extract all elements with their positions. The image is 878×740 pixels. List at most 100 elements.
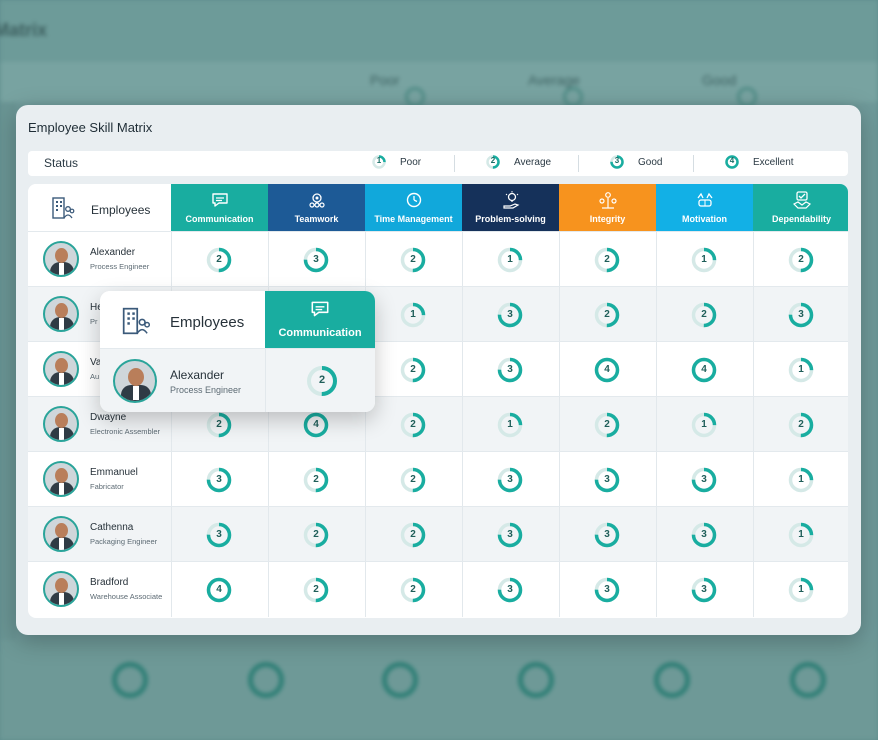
score-value: 1 xyxy=(798,584,804,595)
score-cell[interactable]: 2 xyxy=(268,452,366,507)
chat-bubble-icon xyxy=(211,193,228,207)
skill-header-teamwork[interactable]: Teamwork xyxy=(268,184,365,231)
score-value: 2 xyxy=(701,309,707,320)
score-value: 2 xyxy=(604,419,610,430)
legend-separator xyxy=(693,155,694,172)
team-gears-icon xyxy=(308,193,325,208)
handshake-icon xyxy=(792,191,811,209)
score-value: 3 xyxy=(507,309,513,320)
score-ring: 2 xyxy=(594,412,620,438)
score-cell[interactable]: 4 xyxy=(171,562,269,617)
score-value: 3 xyxy=(507,584,513,595)
score-cell[interactable]: 4 xyxy=(559,342,657,397)
score-value: 1 xyxy=(701,419,707,430)
score-cell[interactable]: 2 xyxy=(365,507,463,562)
score-cell[interactable]: 2 xyxy=(365,397,463,452)
table-row[interactable]: Cathenna Packaging Engineer 3 2 2 3 3 3 1 xyxy=(28,506,848,562)
score-cell[interactable]: 3 xyxy=(268,232,366,287)
score-cell[interactable]: 3 xyxy=(656,507,754,562)
score-ring: 3 xyxy=(497,577,523,603)
score-cell[interactable]: 2 xyxy=(753,232,848,287)
score-cell[interactable]: 2 xyxy=(559,397,657,452)
score-cell[interactable]: 2 xyxy=(268,507,366,562)
score-value: 2 xyxy=(216,254,222,265)
skill-header-motivation[interactable]: Motivation xyxy=(656,184,753,231)
score-cell[interactable]: 1 xyxy=(753,342,848,397)
score-ring: 2 xyxy=(303,522,329,548)
skill-header-integrity[interactable]: Integrity xyxy=(559,184,656,231)
score-cell[interactable]: 2 xyxy=(365,342,463,397)
score-value: 1 xyxy=(701,254,707,265)
score-cell[interactable]: 2 xyxy=(559,287,657,342)
score-cell[interactable]: 2 xyxy=(753,397,848,452)
score-cell[interactable]: 4 xyxy=(656,342,754,397)
score-cell[interactable]: 3 xyxy=(656,562,754,617)
score-cell[interactable]: 2 xyxy=(656,287,754,342)
score-cell[interactable]: 3 xyxy=(753,287,848,342)
employee-role: Electronic Assembler xyxy=(90,427,161,436)
score-ring: 1 xyxy=(788,467,814,493)
score-cell[interactable]: 1 xyxy=(462,397,560,452)
score-cell[interactable]: 1 xyxy=(753,507,848,562)
skill-header-label: Dependability xyxy=(771,214,831,224)
score-cell[interactable]: 1 xyxy=(656,232,754,287)
score-cell[interactable]: 1 xyxy=(753,562,848,617)
employees-column-header[interactable]: Employees xyxy=(28,184,172,231)
score-cell[interactable]: 3 xyxy=(559,507,657,562)
score-value: 1 xyxy=(507,254,513,265)
score-cell[interactable]: 3 xyxy=(462,507,560,562)
score-cell[interactable]: 3 xyxy=(462,562,560,617)
score-cell[interactable]: 3 xyxy=(171,507,269,562)
zoom-communication-label: Communication xyxy=(278,327,362,339)
score-cell[interactable]: 3 xyxy=(462,342,560,397)
avatar xyxy=(43,351,79,387)
skill-header-dependability[interactable]: Dependability xyxy=(753,184,848,231)
score-cell[interactable]: 2 xyxy=(559,232,657,287)
skill-header-time-management[interactable]: Time Management xyxy=(365,184,462,231)
table-row[interactable]: Bradford Warehouse Associate 4 2 2 3 3 3 1 xyxy=(28,561,848,617)
score-ring: 2 xyxy=(400,467,426,493)
score-ring: 2 xyxy=(206,247,232,273)
score-ring: 2 xyxy=(788,247,814,273)
score-ring: 2 xyxy=(303,577,329,603)
score-cell[interactable]: 3 xyxy=(559,452,657,507)
score-ring: 2 xyxy=(594,247,620,273)
background-left-column xyxy=(0,102,16,642)
score-cell[interactable]: 1 xyxy=(462,232,560,287)
score-value: 3 xyxy=(701,474,707,485)
score-value: 4 xyxy=(216,584,222,595)
score-cell[interactable]: 1 xyxy=(753,452,848,507)
score-cell[interactable]: 2 xyxy=(365,562,463,617)
score-value: 3 xyxy=(216,474,222,485)
score-cell[interactable]: 3 xyxy=(462,452,560,507)
score-cell[interactable]: 2 xyxy=(365,232,463,287)
score-ring: 2 xyxy=(400,247,426,273)
table-row[interactable]: Alexander Process Engineer 2 3 2 1 2 1 2 xyxy=(28,231,848,287)
legend-ring: 4 xyxy=(725,155,739,169)
table-row[interactable]: Emmanuel Fabricator 3 2 2 3 3 3 1 xyxy=(28,451,848,507)
chat-bubble-icon xyxy=(311,301,329,317)
score-ring: 2 xyxy=(400,412,426,438)
employee-name: Dwayne xyxy=(90,412,127,423)
score-cell[interactable]: 3 xyxy=(462,287,560,342)
score-value: 1 xyxy=(798,364,804,375)
score-ring: 1 xyxy=(691,247,717,273)
score-value: 2 xyxy=(410,419,416,430)
legend-item-poor: 1 Poor xyxy=(372,155,421,169)
score-cell[interactable]: 3 xyxy=(656,452,754,507)
score-ring: 4 xyxy=(303,412,329,438)
score-cell[interactable]: 1 xyxy=(656,397,754,452)
score-cell[interactable]: 3 xyxy=(171,452,269,507)
score-cell[interactable]: 1 xyxy=(365,287,463,342)
skill-header-problem-solving[interactable]: Problem-solving xyxy=(462,184,559,231)
score-value: 2 xyxy=(313,584,319,595)
legend-item-excellent: 4 Excellent xyxy=(725,155,794,169)
score-cell[interactable]: 3 xyxy=(559,562,657,617)
score-cell[interactable]: 2 xyxy=(171,232,269,287)
skill-header-communication[interactable]: Communication xyxy=(171,184,268,231)
score-cell[interactable]: 2 xyxy=(268,562,366,617)
employee-name: Cathenna xyxy=(90,522,134,533)
score-cell[interactable]: 2 xyxy=(365,452,463,507)
score-value: 1 xyxy=(410,309,416,320)
score-value: 2 xyxy=(410,584,416,595)
